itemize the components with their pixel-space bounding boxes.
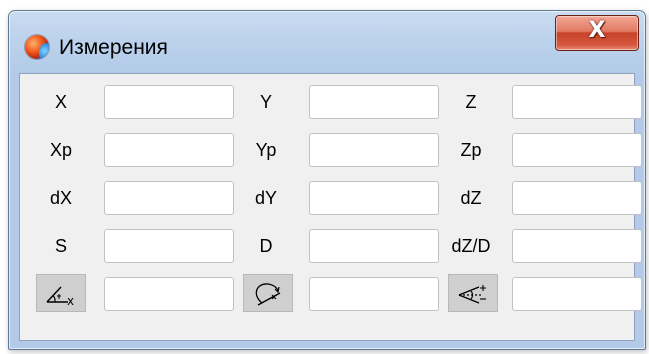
title-bar[interactable]: Измерения X [9, 11, 645, 73]
app-globe-icon [25, 35, 49, 59]
z-field[interactable] [512, 85, 642, 119]
label-y: Y [259, 92, 272, 112]
angle-rotation-icon [255, 283, 281, 306]
svg-text:x: x [67, 294, 74, 308]
label-dz: dZ [460, 188, 482, 208]
angle-rotation-field[interactable] [309, 277, 439, 311]
yp-field[interactable] [309, 133, 439, 167]
label-dx: dX [49, 188, 73, 208]
dz-d-field[interactable] [512, 229, 642, 263]
angle-x-field[interactable] [104, 277, 234, 311]
dz-field[interactable] [512, 181, 642, 215]
measurements-window: Измерения X X Y Z Xp Yp Zp dX dY dZ S D … [8, 10, 646, 350]
label-x: X [54, 92, 67, 112]
window-title: Измерения [59, 36, 168, 59]
label-xp: Xp [49, 140, 73, 160]
s-field[interactable] [104, 229, 234, 263]
angle-sight-field[interactable] [512, 277, 642, 311]
label-zp: Zp [460, 140, 482, 160]
angle-sight-icon [458, 285, 486, 304]
zp-field[interactable] [512, 133, 642, 167]
close-button[interactable]: X [555, 15, 639, 51]
angle-x-icon: x [46, 286, 74, 308]
label-z: Z [465, 92, 477, 112]
dx-field[interactable] [104, 181, 234, 215]
label-yp: Yp [255, 140, 277, 160]
label-dy: dY [254, 188, 278, 208]
xp-field[interactable] [104, 133, 234, 167]
label-s: S [54, 236, 67, 256]
label-d: D [259, 236, 273, 256]
y-field[interactable] [309, 85, 439, 119]
angle-x-button[interactable]: x [36, 274, 86, 312]
x-field[interactable] [104, 85, 234, 119]
d-field[interactable] [309, 229, 439, 263]
close-icon: X [588, 18, 606, 43]
angle-rotation-button[interactable] [243, 274, 293, 312]
angle-sight-button[interactable] [448, 274, 498, 312]
measurements-panel: X Y Z Xp Yp Zp dX dY dZ S D dZ/D x [19, 73, 642, 341]
dy-field[interactable] [309, 181, 439, 215]
label-dz-d: dZ/D [451, 236, 491, 256]
